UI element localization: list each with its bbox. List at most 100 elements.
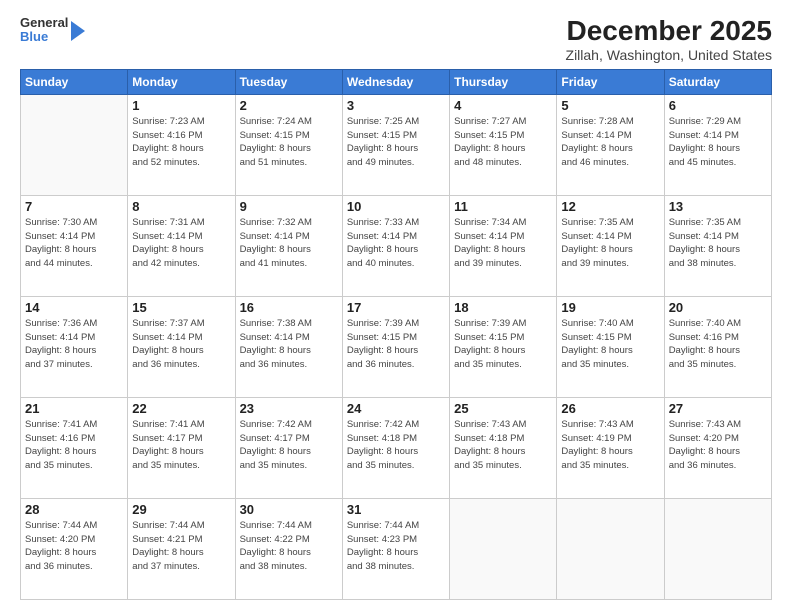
weekday-header: Monday <box>128 69 235 94</box>
day-number: 23 <box>240 401 338 416</box>
calendar-cell: 8Sunrise: 7:31 AMSunset: 4:14 PMDaylight… <box>128 195 235 296</box>
calendar-cell: 26Sunrise: 7:43 AMSunset: 4:19 PMDayligh… <box>557 397 664 498</box>
calendar-body: 1 Sunrise: 7:23 AMSunset: 4:16 PMDaylight… <box>21 94 772 599</box>
calendar-header: SundayMondayTuesdayWednesdayThursdayFrid… <box>21 69 772 94</box>
calendar-cell: 15 Sunrise: 7:37 AMSunset: 4:14 PMDayligh… <box>128 296 235 397</box>
day-info: Sunrise: 7:23 AMSunset: 4:16 PMDaylight:… <box>132 115 230 170</box>
weekday-header: Tuesday <box>235 69 342 94</box>
calendar-cell: 13 Sunrise: 7:35 AMSunset: 4:14 PMDayligh… <box>664 195 771 296</box>
day-number: 13 <box>669 199 767 214</box>
weekday-header: Wednesday <box>342 69 449 94</box>
logo-text: General Blue <box>20 16 68 45</box>
calendar-week-row: 14 Sunrise: 7:36 AMSunset: 4:14 PMDayligh… <box>21 296 772 397</box>
day-number: 22 <box>132 401 230 416</box>
day-number: 15 <box>132 300 230 315</box>
calendar-cell: 30Sunrise: 7:44 AMSunset: 4:22 PMDayligh… <box>235 498 342 599</box>
calendar-cell: 12 Sunrise: 7:35 AMSunset: 4:14 PMDayligh… <box>557 195 664 296</box>
calendar-cell: 29 Sunrise: 7:44 AMSunset: 4:21 PMDayligh… <box>128 498 235 599</box>
calendar-cell: 1 Sunrise: 7:23 AMSunset: 4:16 PMDaylight… <box>128 94 235 195</box>
day-info: Sunrise: 7:33 AMSunset: 4:14 PMDaylight:… <box>347 216 445 271</box>
day-number: 24 <box>347 401 445 416</box>
day-number: 31 <box>347 502 445 517</box>
calendar-cell: 27 Sunrise: 7:43 AMSunset: 4:20 PMDayligh… <box>664 397 771 498</box>
day-info: Sunrise: 7:24 AMSunset: 4:15 PMDaylight:… <box>240 115 338 170</box>
calendar: SundayMondayTuesdayWednesdayThursdayFrid… <box>20 69 772 600</box>
day-info: Sunrise: 7:44 AMSunset: 4:23 PMDaylight:… <box>347 519 445 574</box>
day-info: Sunrise: 7:44 AMSunset: 4:22 PMDaylight:… <box>240 519 338 574</box>
day-number: 9 <box>240 199 338 214</box>
day-info: Sunrise: 7:41 AMSunset: 4:17 PMDaylight:… <box>132 418 230 473</box>
calendar-cell: 11 Sunrise: 7:34 AMSunset: 4:14 PMDayligh… <box>450 195 557 296</box>
calendar-cell: 5Sunrise: 7:28 AMSunset: 4:14 PMDaylight… <box>557 94 664 195</box>
day-info: Sunrise: 7:43 AMSunset: 4:20 PMDaylight:… <box>669 418 767 473</box>
logo-arrow-icon <box>71 21 85 41</box>
day-info: Sunrise: 7:35 AMSunset: 4:14 PMDaylight:… <box>669 216 767 271</box>
calendar-cell: 22 Sunrise: 7:41 AMSunset: 4:17 PMDayligh… <box>128 397 235 498</box>
location: Zillah, Washington, United States <box>566 47 772 63</box>
day-number: 28 <box>25 502 123 517</box>
day-number: 8 <box>132 199 230 214</box>
day-info: Sunrise: 7:38 AMSunset: 4:14 PMDaylight:… <box>240 317 338 372</box>
day-number: 6 <box>669 98 767 113</box>
calendar-cell: 6 Sunrise: 7:29 AMSunset: 4:14 PMDaylight… <box>664 94 771 195</box>
day-number: 12 <box>561 199 659 214</box>
day-info: Sunrise: 7:39 AMSunset: 4:15 PMDaylight:… <box>454 317 552 372</box>
day-info: Sunrise: 7:39 AMSunset: 4:15 PMDaylight:… <box>347 317 445 372</box>
day-number: 2 <box>240 98 338 113</box>
day-info: Sunrise: 7:36 AMSunset: 4:14 PMDaylight:… <box>25 317 123 372</box>
weekday-header: Friday <box>557 69 664 94</box>
day-info: Sunrise: 7:43 AMSunset: 4:18 PMDaylight:… <box>454 418 552 473</box>
day-number: 11 <box>454 199 552 214</box>
logo-general: General <box>20 16 68 30</box>
month-title: December 2025 <box>566 16 772 47</box>
day-info: Sunrise: 7:40 AMSunset: 4:15 PMDaylight:… <box>561 317 659 372</box>
calendar-week-row: 1 Sunrise: 7:23 AMSunset: 4:16 PMDaylight… <box>21 94 772 195</box>
calendar-cell: 10 Sunrise: 7:33 AMSunset: 4:14 PMDayligh… <box>342 195 449 296</box>
day-number: 17 <box>347 300 445 315</box>
day-number: 25 <box>454 401 552 416</box>
day-number: 18 <box>454 300 552 315</box>
page: General Blue December 2025 Zillah, Washi… <box>0 0 792 612</box>
day-info: Sunrise: 7:27 AMSunset: 4:15 PMDaylight:… <box>454 115 552 170</box>
day-number: 27 <box>669 401 767 416</box>
day-number: 1 <box>132 98 230 113</box>
header: General Blue December 2025 Zillah, Washi… <box>20 16 772 63</box>
title-block: December 2025 Zillah, Washington, United… <box>566 16 772 63</box>
calendar-cell: 21Sunrise: 7:41 AMSunset: 4:16 PMDayligh… <box>21 397 128 498</box>
day-info: Sunrise: 7:40 AMSunset: 4:16 PMDaylight:… <box>669 317 767 372</box>
calendar-cell: 18 Sunrise: 7:39 AMSunset: 4:15 PMDayligh… <box>450 296 557 397</box>
day-info: Sunrise: 7:42 AMSunset: 4:17 PMDaylight:… <box>240 418 338 473</box>
day-info: Sunrise: 7:29 AMSunset: 4:14 PMDaylight:… <box>669 115 767 170</box>
day-number: 7 <box>25 199 123 214</box>
day-info: Sunrise: 7:28 AMSunset: 4:14 PMDaylight:… <box>561 115 659 170</box>
calendar-week-row: 21Sunrise: 7:41 AMSunset: 4:16 PMDayligh… <box>21 397 772 498</box>
day-number: 10 <box>347 199 445 214</box>
calendar-cell: 14 Sunrise: 7:36 AMSunset: 4:14 PMDayligh… <box>21 296 128 397</box>
day-info: Sunrise: 7:37 AMSunset: 4:14 PMDaylight:… <box>132 317 230 372</box>
day-number: 29 <box>132 502 230 517</box>
day-info: Sunrise: 7:35 AMSunset: 4:14 PMDaylight:… <box>561 216 659 271</box>
calendar-cell: 23 Sunrise: 7:42 AMSunset: 4:17 PMDayligh… <box>235 397 342 498</box>
calendar-week-row: 28Sunrise: 7:44 AMSunset: 4:20 PMDayligh… <box>21 498 772 599</box>
calendar-cell: 20 Sunrise: 7:40 AMSunset: 4:16 PMDayligh… <box>664 296 771 397</box>
calendar-cell: 7 Sunrise: 7:30 AMSunset: 4:14 PMDaylight… <box>21 195 128 296</box>
calendar-cell: 3Sunrise: 7:25 AMSunset: 4:15 PMDaylight… <box>342 94 449 195</box>
calendar-cell: 28Sunrise: 7:44 AMSunset: 4:20 PMDayligh… <box>21 498 128 599</box>
day-number: 14 <box>25 300 123 315</box>
day-number: 21 <box>25 401 123 416</box>
day-info: Sunrise: 7:30 AMSunset: 4:14 PMDaylight:… <box>25 216 123 271</box>
calendar-cell <box>21 94 128 195</box>
calendar-cell <box>557 498 664 599</box>
calendar-week-row: 7 Sunrise: 7:30 AMSunset: 4:14 PMDaylight… <box>21 195 772 296</box>
day-number: 16 <box>240 300 338 315</box>
day-number: 4 <box>454 98 552 113</box>
calendar-cell <box>664 498 771 599</box>
calendar-cell: 31 Sunrise: 7:44 AMSunset: 4:23 PMDayligh… <box>342 498 449 599</box>
calendar-cell: 17 Sunrise: 7:39 AMSunset: 4:15 PMDayligh… <box>342 296 449 397</box>
day-number: 26 <box>561 401 659 416</box>
calendar-cell: 19Sunrise: 7:40 AMSunset: 4:15 PMDayligh… <box>557 296 664 397</box>
day-info: Sunrise: 7:34 AMSunset: 4:14 PMDaylight:… <box>454 216 552 271</box>
day-number: 20 <box>669 300 767 315</box>
day-info: Sunrise: 7:44 AMSunset: 4:21 PMDaylight:… <box>132 519 230 574</box>
day-info: Sunrise: 7:25 AMSunset: 4:15 PMDaylight:… <box>347 115 445 170</box>
